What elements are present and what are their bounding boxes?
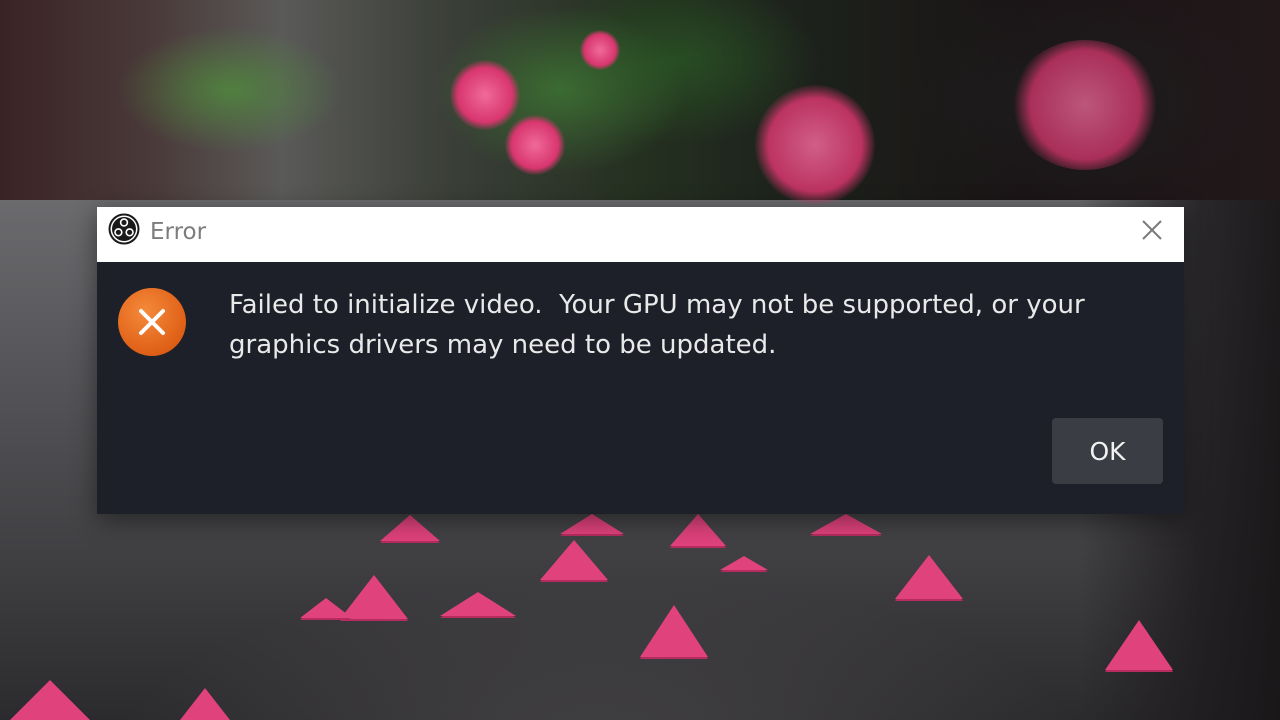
background-flower <box>755 85 875 205</box>
close-icon <box>1141 219 1163 245</box>
background-petal <box>10 680 90 720</box>
background-petal <box>720 556 768 570</box>
error-message-line: Failed to initialize video. Your GPU may… <box>229 290 1085 320</box>
background-petal <box>180 688 230 720</box>
background-flower <box>1010 40 1160 170</box>
background-petal <box>380 515 440 541</box>
error-message-line: graphics drivers may need to be updated. <box>229 330 777 360</box>
error-message: Failed to initialize video. Your GPU may… <box>229 285 1129 365</box>
background-petal <box>640 605 708 657</box>
desktop-background: Error Failed to initialize video. Your G… <box>0 0 1280 720</box>
dialog-title: Error <box>150 219 207 245</box>
background-petal <box>540 540 608 580</box>
background-petal <box>810 514 882 534</box>
background-petal <box>670 514 726 546</box>
background-flower <box>450 60 520 130</box>
error-dialog: Error Failed to initialize video. Your G… <box>97 207 1184 514</box>
error-icon <box>117 287 187 357</box>
background-petal <box>300 598 352 618</box>
dialog-titlebar[interactable]: Error <box>97 207 1184 262</box>
background-petal <box>560 514 624 534</box>
background-petal <box>440 592 516 616</box>
ok-button[interactable]: OK <box>1052 418 1163 484</box>
background-flower <box>580 30 620 70</box>
background-petal <box>895 555 963 599</box>
obs-logo-icon <box>108 213 140 245</box>
background-flower <box>505 115 565 175</box>
background-petal <box>1105 620 1173 670</box>
close-button[interactable] <box>1135 215 1169 249</box>
